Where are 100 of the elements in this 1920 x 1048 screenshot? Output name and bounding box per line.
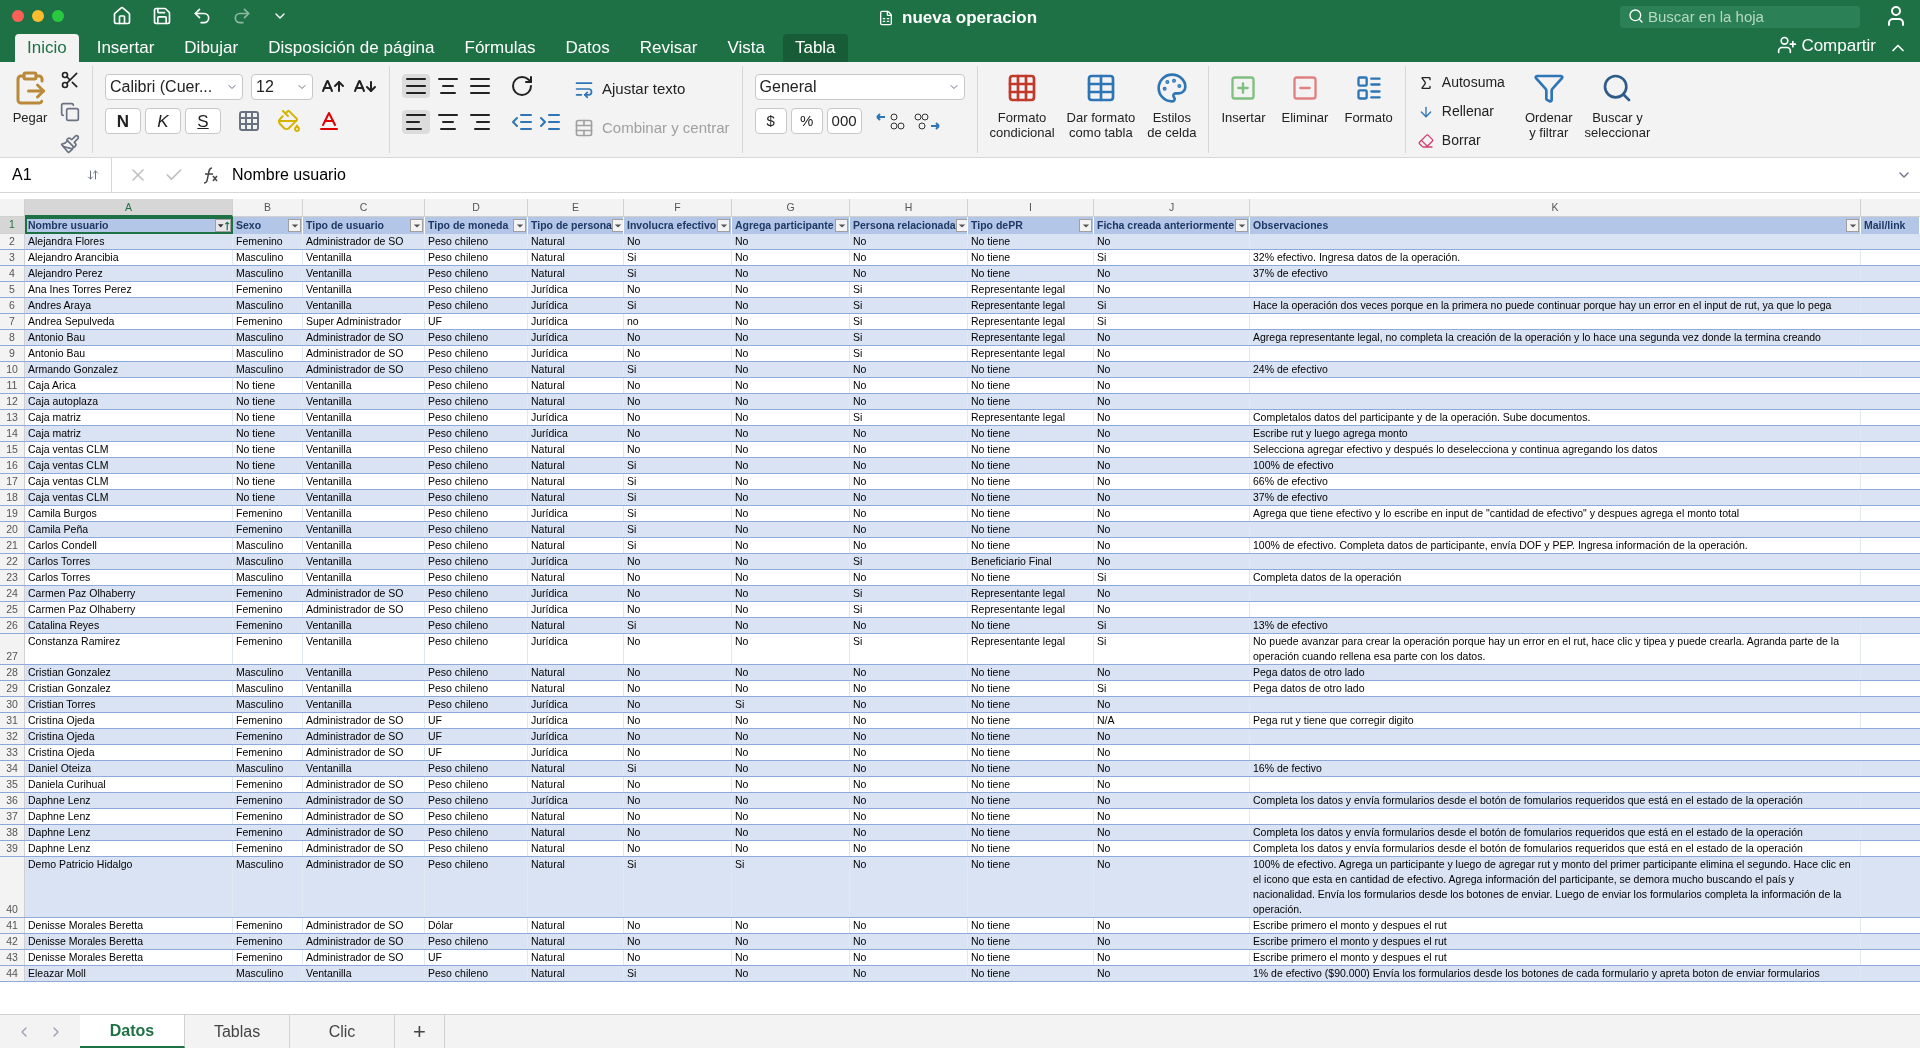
delete-button[interactable]: Eliminar: [1277, 66, 1333, 153]
row-number[interactable]: 27: [0, 634, 25, 664]
conditional-format-button[interactable]: Formato condicional: [985, 66, 1059, 153]
row-number[interactable]: 6: [0, 298, 25, 313]
font-color-icon[interactable]: [317, 109, 341, 133]
zoom-window-icon[interactable]: [52, 10, 64, 22]
orientation-icon[interactable]: [510, 74, 534, 98]
row-number[interactable]: 32: [0, 729, 25, 744]
filter-dropdown-icon[interactable]: [1846, 219, 1859, 232]
align-left-icon[interactable]: [402, 110, 430, 134]
bold-button[interactable]: N: [105, 108, 141, 134]
ribbon-tab[interactable]: Fórmulas: [452, 34, 548, 62]
add-sheet-button[interactable]: +: [395, 1015, 445, 1048]
filter-dropdown-icon[interactable]: [410, 219, 423, 232]
row-number[interactable]: 13: [0, 410, 25, 425]
sort-filter-icon[interactable]: [215, 219, 231, 232]
row-number[interactable]: 38: [0, 825, 25, 840]
filter-dropdown-icon[interactable]: [835, 219, 848, 232]
minimize-window-icon[interactable]: [32, 10, 44, 22]
row-number[interactable]: 40: [0, 857, 25, 917]
ribbon-tab[interactable]: Dibujar: [172, 34, 251, 62]
borders-icon[interactable]: [237, 109, 261, 133]
cut-icon[interactable]: [60, 70, 80, 90]
row-number[interactable]: 10: [0, 362, 25, 377]
ribbon-tab[interactable]: Tabla: [782, 34, 848, 62]
row-number[interactable]: 39: [0, 841, 25, 856]
format-button[interactable]: Formato: [1340, 66, 1397, 153]
row-number[interactable]: 28: [0, 665, 25, 680]
undo-icon[interactable]: [192, 6, 212, 26]
font-size-dropdown[interactable]: 12: [251, 74, 313, 100]
insert-button[interactable]: Insertar: [1217, 66, 1270, 153]
percent-button[interactable]: %: [790, 108, 823, 134]
thousands-button[interactable]: 000: [826, 108, 862, 134]
row-number[interactable]: 26: [0, 618, 25, 633]
ribbon-tab[interactable]: Vista: [715, 34, 777, 62]
filter-dropdown-icon[interactable]: [513, 219, 526, 232]
format-painter-icon[interactable]: [60, 134, 80, 154]
font-dropdown[interactable]: Calibri (Cuer...: [105, 74, 243, 100]
ribbon-tab[interactable]: Insertar: [84, 34, 167, 62]
row-number[interactable]: 43: [0, 950, 25, 965]
autosum-button[interactable]: Autosuma: [1417, 70, 1505, 95]
format-as-table-button[interactable]: Dar formato como tabla: [1062, 66, 1140, 153]
filter-dropdown-icon[interactable]: [1079, 219, 1092, 232]
row-number[interactable]: 4: [0, 266, 25, 281]
underline-button[interactable]: S: [185, 108, 221, 134]
row-number[interactable]: 34: [0, 761, 25, 776]
ribbon-tab[interactable]: Datos: [553, 34, 622, 62]
align-top-icon[interactable]: [402, 74, 430, 98]
row-number[interactable]: 2: [0, 234, 25, 249]
row-number[interactable]: 21: [0, 538, 25, 553]
row-number[interactable]: 15: [0, 442, 25, 457]
row-number[interactable]: 44: [0, 966, 25, 981]
fill-button[interactable]: Rellenar: [1417, 99, 1505, 124]
row-number[interactable]: 14: [0, 426, 25, 441]
row-number[interactable]: 36: [0, 793, 25, 808]
home-icon[interactable]: [112, 6, 132, 26]
row-number[interactable]: 8: [0, 330, 25, 345]
currency-button[interactable]: $: [754, 108, 787, 134]
row-number[interactable]: 33: [0, 745, 25, 760]
share-button[interactable]: Compartir: [1777, 32, 1876, 58]
row-number[interactable]: 30: [0, 697, 25, 712]
row-number[interactable]: 16: [0, 458, 25, 473]
column-letter[interactable]: A: [25, 199, 233, 217]
sheet-tab[interactable]: Tablas: [185, 1015, 290, 1048]
ribbon-tab[interactable]: Revisar: [627, 34, 710, 62]
filter-dropdown-icon[interactable]: [1235, 219, 1248, 232]
save-icon[interactable]: [152, 6, 172, 26]
row-number[interactable]: 17: [0, 474, 25, 489]
filter-dropdown-icon[interactable]: [611, 219, 623, 232]
row-number[interactable]: 11: [0, 378, 25, 393]
row-number[interactable]: 5: [0, 282, 25, 297]
ribbon-tab[interactable]: Inicio: [15, 34, 79, 62]
row-number[interactable]: 29: [0, 681, 25, 696]
row-number[interactable]: 9: [0, 346, 25, 361]
row-number[interactable]: 22: [0, 554, 25, 569]
sheet-tab[interactable]: Datos: [80, 1015, 185, 1048]
row-number[interactable]: 23: [0, 570, 25, 585]
formula-input[interactable]: Nombre usuario: [232, 163, 1896, 187]
row-number[interactable]: 1: [0, 217, 25, 234]
row-number[interactable]: 35: [0, 777, 25, 792]
row-number[interactable]: 37: [0, 809, 25, 824]
filter-dropdown-icon[interactable]: [955, 219, 967, 232]
sheet-tab[interactable]: Clic: [290, 1015, 395, 1048]
row-number[interactable]: 31: [0, 713, 25, 728]
italic-button[interactable]: K: [145, 108, 181, 134]
row-number[interactable]: 18: [0, 490, 25, 505]
fill-color-icon[interactable]: [277, 109, 301, 133]
row-number[interactable]: 41: [0, 918, 25, 933]
row-number[interactable]: 20: [0, 522, 25, 537]
wrap-text-button[interactable]: Ajustar texto: [574, 78, 730, 101]
search-field[interactable]: Buscar en la hoja: [1620, 5, 1860, 28]
ribbon-tab[interactable]: Disposición de página: [256, 34, 447, 62]
row-number[interactable]: 7: [0, 314, 25, 329]
paste-button[interactable]: Pegar: [8, 66, 52, 125]
number-format-dropdown[interactable]: General: [754, 74, 965, 100]
find-select-button[interactable]: Buscar y seleccionar: [1580, 66, 1655, 153]
row-number[interactable]: 42: [0, 934, 25, 949]
row-number[interactable]: 25: [0, 602, 25, 617]
row-number[interactable]: 19: [0, 506, 25, 521]
name-box[interactable]: A1: [0, 158, 112, 192]
